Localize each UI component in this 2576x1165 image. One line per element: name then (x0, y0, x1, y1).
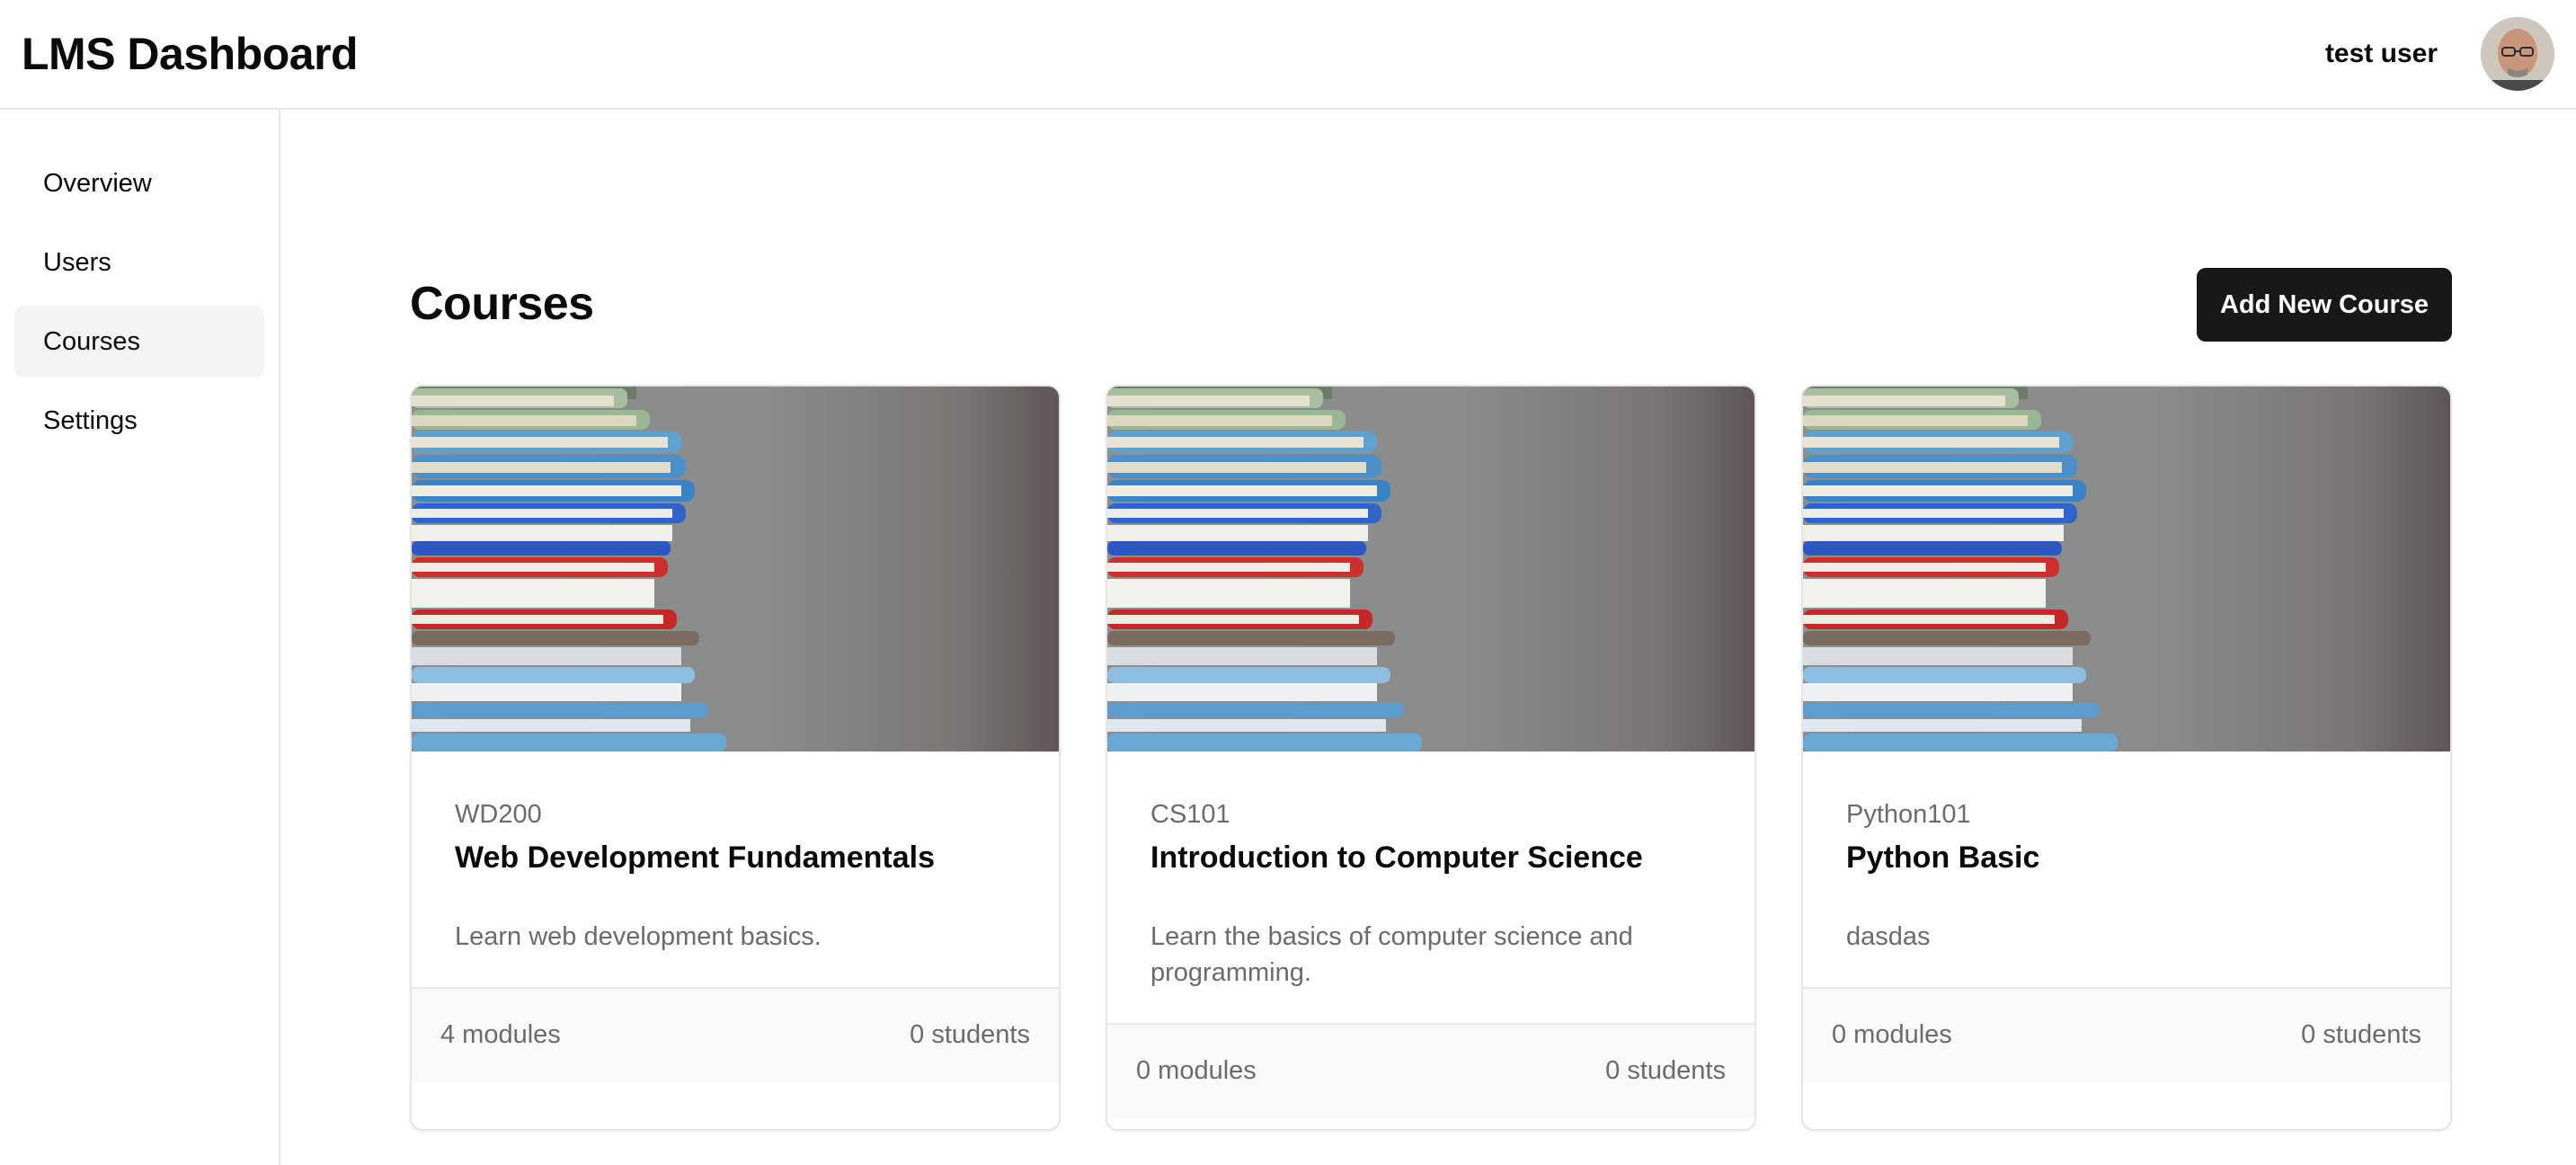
course-card-body: WD200 Web Development Fundamentals Learn… (412, 751, 1059, 987)
sidebar-item-courses[interactable]: Courses (14, 306, 264, 378)
course-card-body: CS101 Introduction to Computer Science L… (1107, 751, 1754, 1023)
course-title: Web Development Fundamentals (455, 840, 936, 875)
user-menu[interactable]: test user (2325, 17, 2554, 91)
course-student-count: 0 students (2301, 1020, 2421, 1050)
course-card[interactable]: WD200 Web Development Fundamentals Learn… (410, 385, 1061, 1131)
user-avatar-icon (2481, 17, 2554, 91)
sidebar-item-settings[interactable]: Settings (14, 385, 264, 457)
sidebar-item-label: Users (43, 247, 111, 277)
course-code: Python101 (1846, 800, 1971, 829)
course-cover-image (412, 387, 1059, 751)
course-card[interactable]: Python101 Python Basic dasdas 0 modules … (1801, 385, 2452, 1131)
course-student-count: 0 students (1605, 1056, 1726, 1086)
page-title: Courses (410, 278, 594, 330)
course-student-count: 0 students (910, 1020, 1030, 1050)
course-card-footer: 4 modules 0 students (412, 986, 1059, 1082)
sidebar-item-label: Overview (43, 168, 152, 198)
user-name[interactable]: test user (2325, 39, 2438, 69)
avatar[interactable] (2481, 17, 2554, 91)
course-cover-image (1107, 387, 1754, 751)
card-spacer (1107, 1118, 1754, 1129)
sidebar-item-users[interactable]: Users (14, 227, 264, 298)
card-spacer (412, 1082, 1059, 1129)
course-module-count: 0 modules (1832, 1020, 1952, 1050)
app-title: LMS Dashboard (22, 29, 359, 79)
sidebar: Overview Users Courses Settings (0, 110, 280, 1165)
course-code: WD200 (455, 800, 542, 829)
course-module-count: 0 modules (1136, 1056, 1257, 1086)
top-header: LMS Dashboard test user (0, 0, 2576, 110)
course-title: Python Basic (1846, 840, 2040, 875)
course-description: Learn web development basics. (455, 921, 822, 951)
course-code: CS101 (1150, 800, 1230, 829)
course-description: Learn the basics of computer science and… (1150, 921, 1633, 987)
main-content: Courses Add New Course WD200 Web Develop… (280, 110, 2576, 1165)
course-grid: WD200 Web Development Fundamentals Learn… (410, 385, 2452, 1131)
course-card-footer: 0 modules 0 students (1107, 1022, 1754, 1118)
sidebar-item-overview[interactable]: Overview (14, 147, 264, 219)
app-root: LMS Dashboard test user Overview Users C… (0, 0, 2576, 1165)
course-card-footer: 0 modules 0 students (1803, 986, 2450, 1082)
course-card[interactable]: CS101 Introduction to Computer Science L… (1106, 385, 1756, 1131)
sidebar-item-label: Settings (43, 405, 138, 435)
card-spacer (1803, 1082, 2450, 1129)
add-new-course-button[interactable]: Add New Course (2197, 268, 2452, 342)
course-card-body: Python101 Python Basic dasdas (1803, 751, 2450, 987)
course-description: dasdas (1846, 921, 1931, 951)
course-cover-image (1803, 387, 2450, 751)
sidebar-item-label: Courses (43, 326, 140, 356)
course-title: Introduction to Computer Science (1150, 840, 1643, 875)
course-module-count: 4 modules (440, 1020, 561, 1050)
